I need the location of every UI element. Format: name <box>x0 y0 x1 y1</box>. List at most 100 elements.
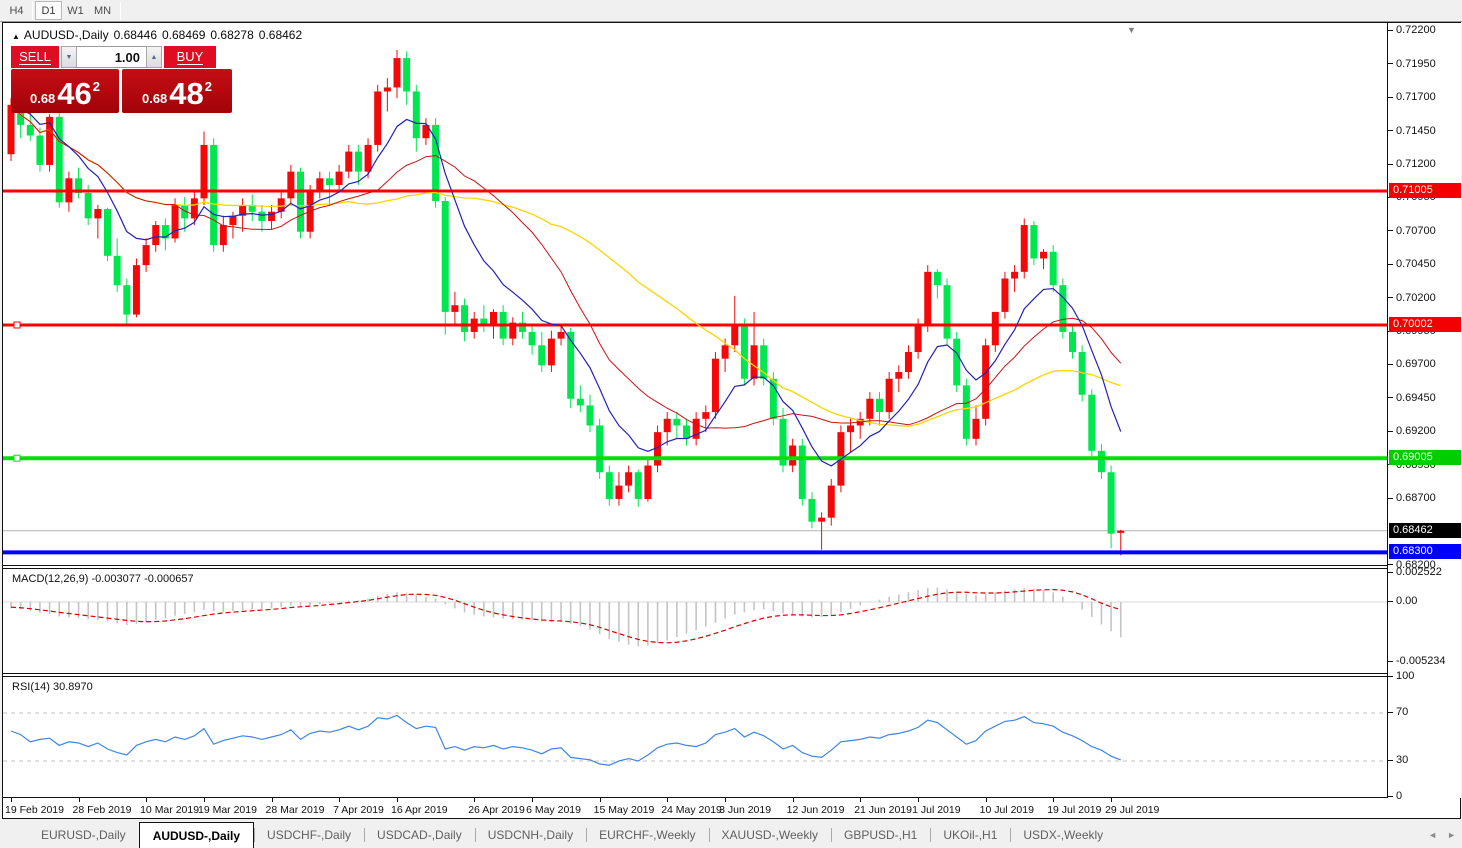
ohlc-high: 0.68469 <box>162 28 205 42</box>
ohlc-close: 0.68462 <box>259 28 302 42</box>
date-label: 26 Apr 2019 <box>468 804 525 816</box>
ohlc-open: 0.68446 <box>114 28 157 42</box>
price-tick-label: 0.69700 <box>1388 358 1462 370</box>
timeframe-button-d1[interactable]: D1 <box>35 1 62 20</box>
chart-tab-usdcnh[interactable]: USDCNH-,Daily <box>475 822 586 848</box>
sell-price-pips: 46 <box>57 79 91 109</box>
date-tick <box>272 798 273 802</box>
date-label: 21 Jun 2019 <box>854 804 912 816</box>
date-tick <box>918 798 919 802</box>
date-tick <box>600 798 601 802</box>
macd-canvas[interactable] <box>3 569 1387 673</box>
chart-tab-xauusd[interactable]: XAUUSD-,Weekly <box>709 822 831 848</box>
chart-window: ▲AUDUSD-,Daily0.684460.684690.682780.684… <box>2 22 1461 819</box>
price-axis[interactable]: 0.722000.719500.717000.714500.712000.709… <box>1387 23 1461 798</box>
price-tag-0.68300: 0.68300 <box>1389 544 1461 559</box>
macd-tick-label: 0.002522 <box>1388 566 1462 578</box>
price-tag-0.69005: 0.69005 <box>1389 450 1461 465</box>
date-label: 3 Jun 2019 <box>719 804 771 816</box>
macd-tick-label: -0.005234 <box>1388 655 1462 667</box>
rsi-canvas[interactable] <box>3 677 1387 797</box>
tab-scroll-left-icon[interactable]: ◄ <box>1428 830 1437 840</box>
date-tick <box>1053 798 1054 802</box>
chart-tab-ukoil[interactable]: UKOil-,H1 <box>930 822 1010 848</box>
buy-price-point: 2 <box>205 79 212 94</box>
date-tick <box>1111 798 1112 802</box>
date-label: 24 May 2019 <box>661 804 722 816</box>
price-tick-label: 0.71700 <box>1388 91 1462 103</box>
date-tick <box>339 798 340 802</box>
buy-button[interactable]: BUY <box>164 46 216 68</box>
chart-tab-gbpusd[interactable]: GBPUSD-,H1 <box>831 822 930 848</box>
date-tick <box>11 798 12 802</box>
price-tick-label: 0.69450 <box>1388 392 1462 404</box>
date-label: 16 Apr 2019 <box>391 804 448 816</box>
price-tick-label: 0.70450 <box>1388 258 1462 270</box>
volume-decrease-button[interactable]: ▼ <box>61 46 77 68</box>
timeframe-toolbar: H4 D1W1MN <box>0 0 1462 22</box>
chart-title: ▲AUDUSD-,Daily0.684460.684690.682780.684… <box>12 28 302 42</box>
date-tick <box>474 798 475 802</box>
price-tag-0.68462: 0.68462 <box>1389 523 1461 538</box>
chart-tab-usdx[interactable]: USDX-,Weekly <box>1010 822 1116 848</box>
price-tick-label: 0.70200 <box>1388 292 1462 304</box>
chart-tab-eurchf[interactable]: EURCHF-,Weekly <box>586 822 708 848</box>
toolbar-separator <box>120 2 121 20</box>
date-label: 29 Jul 2019 <box>1105 804 1159 816</box>
date-tick <box>397 798 398 802</box>
buy-price-tile[interactable]: 0.68 48 2 <box>122 69 232 113</box>
date-tick <box>860 798 861 802</box>
price-tick-label: 0.69200 <box>1388 425 1462 437</box>
buy-button-label: BUY <box>177 50 204 65</box>
date-label: 19 Feb 2019 <box>5 804 64 816</box>
chart-tab-bar: EURUSD-,DailyAUDUSD-,DailyUSDCHF-,DailyU… <box>0 822 1462 848</box>
date-tick <box>986 798 987 802</box>
date-label: 28 Feb 2019 <box>73 804 132 816</box>
rsi-tick-label: 30 <box>1388 754 1462 766</box>
price-tick-label: 0.71200 <box>1388 158 1462 170</box>
sell-price-point: 2 <box>93 79 100 94</box>
rsi-tick-label: 0 <box>1388 790 1462 802</box>
date-label: 10 Jul 2019 <box>980 804 1034 816</box>
timeframe-button-h4[interactable]: H4 <box>3 1 30 20</box>
date-label: 1 Jul 2019 <box>912 804 960 816</box>
date-tick <box>79 798 80 802</box>
chart-tab-audusd[interactable]: AUDUSD-,Daily <box>139 822 254 848</box>
one-click-collapse-icon[interactable]: ▲ <box>12 32 20 41</box>
chart-shift-marker-icon[interactable]: ▼ <box>1127 25 1136 35</box>
price-tag-0.70002: 0.70002 <box>1389 317 1461 332</box>
price-tick-label: 0.68700 <box>1388 492 1462 504</box>
date-tick <box>204 798 205 802</box>
date-tick <box>146 798 147 802</box>
date-axis[interactable]: 19 Feb 2019 28 Feb 2019 10 Mar 201919 Mar … <box>3 797 1460 818</box>
tab-scroll-right-icon[interactable]: ► <box>1447 830 1456 840</box>
sell-button[interactable]: SELL <box>11 46 59 68</box>
date-label: 7 Apr 2019 <box>333 804 384 816</box>
macd-tick-label: 0.00 <box>1388 595 1462 607</box>
chart-tab-usdchf[interactable]: USDCHF-,Daily <box>254 822 364 848</box>
date-label: 28 Mar 2019 <box>266 804 325 816</box>
timeframe-button-mn[interactable]: MN <box>89 1 116 20</box>
price-tick-label: 0.71450 <box>1388 125 1462 137</box>
date-label: 19 Mar 2019 <box>198 804 257 816</box>
chart-tab-usdcad[interactable]: USDCAD-,Daily <box>364 822 475 848</box>
timeframe-button-w1[interactable]: W1 <box>62 1 89 20</box>
volume-input[interactable] <box>77 46 146 68</box>
sell-button-label: SELL <box>19 50 51 65</box>
date-tick <box>725 798 726 802</box>
buy-price-prefix: 0.68 <box>142 91 167 106</box>
price-tick-label: 0.71950 <box>1388 58 1462 70</box>
buy-price-pips: 48 <box>169 79 203 109</box>
date-label: 10 Mar 2019 <box>140 804 199 816</box>
spinner-down-icon: ▼ <box>66 54 73 61</box>
date-label: 15 May 2019 <box>594 804 655 816</box>
volume-increase-button[interactable]: ▲ <box>146 46 162 68</box>
price-tick-label: 0.72200 <box>1388 24 1462 36</box>
sell-price-tile[interactable]: 0.68 46 2 <box>11 69 119 113</box>
tab-scroll-buttons: ◄ ► <box>1428 822 1456 848</box>
date-tick <box>532 798 533 802</box>
chart-tab-eurusd[interactable]: EURUSD-,Daily <box>28 822 139 848</box>
date-label: 19 Jul 2019 <box>1047 804 1101 816</box>
price-tick-label: 0.70700 <box>1388 225 1462 237</box>
date-label: 12 Jun 2019 <box>787 804 845 816</box>
